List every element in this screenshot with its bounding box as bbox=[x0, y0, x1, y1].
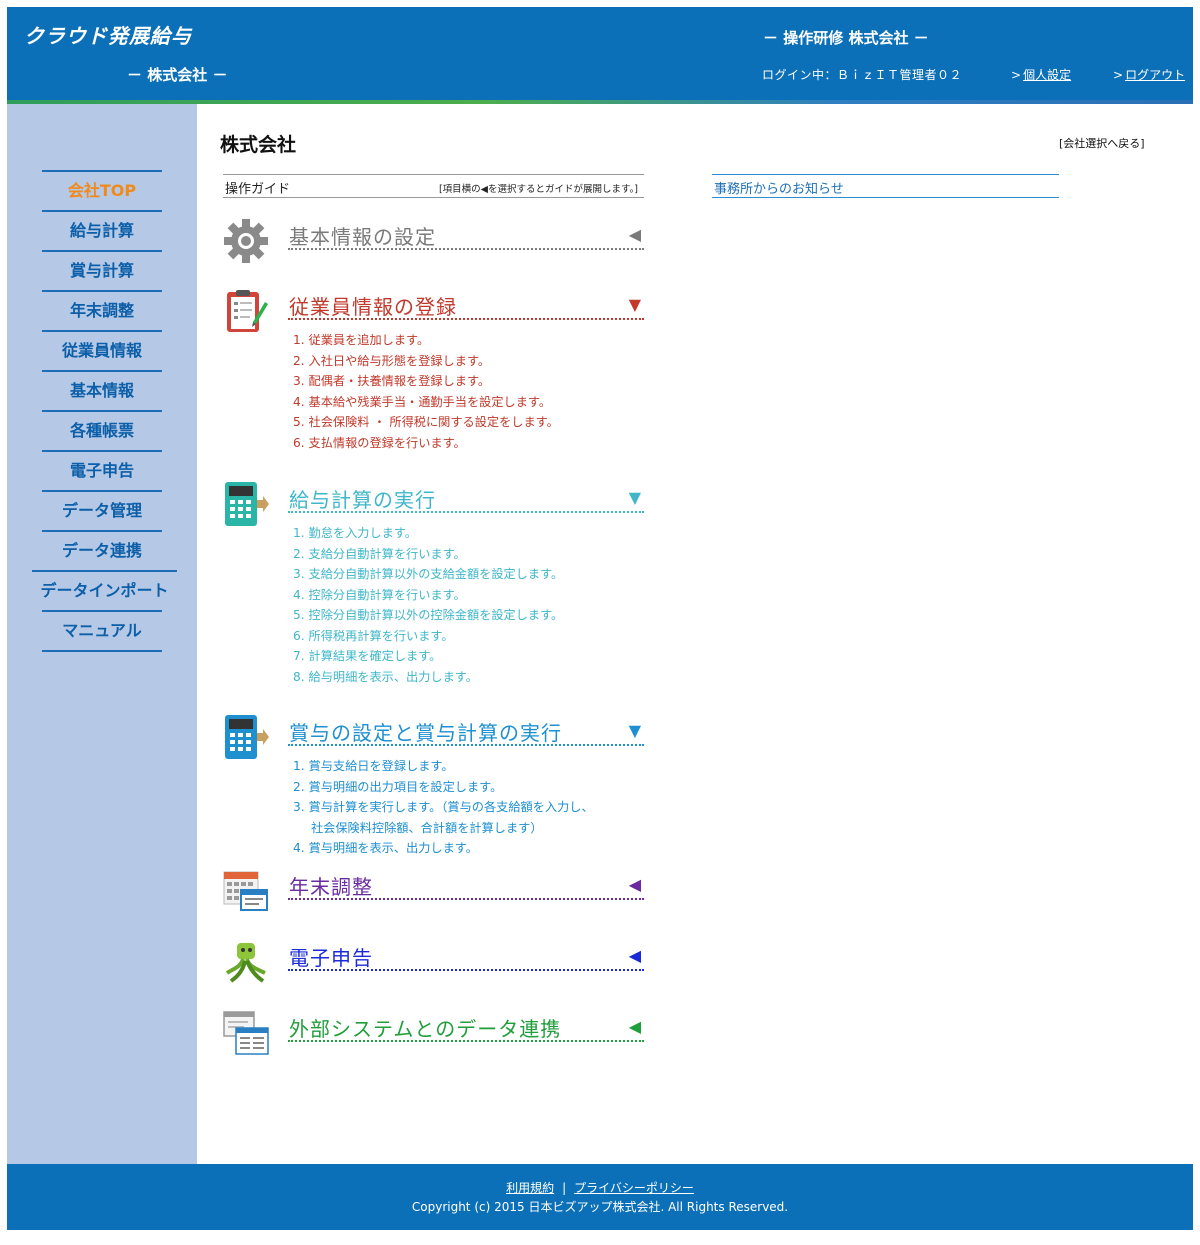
office-notice-panel: 事務所からのお知らせ bbox=[712, 174, 1059, 198]
section-step: 3. 賞与計算を実行します。（賞与の各支給額を入力し、 bbox=[293, 800, 594, 814]
section-step: 2. 賞与明細の出力項目を設定します。 bbox=[293, 779, 503, 794]
section-step: 5. 控除分自動計算以外の控除金額を設定します。 bbox=[293, 608, 564, 622]
terms-link[interactable]: 利用規約 bbox=[506, 1181, 554, 1195]
personal-settings-label: 個人設定 bbox=[1023, 68, 1072, 82]
section-step: 2. 支給分自動計算を行います。 bbox=[293, 546, 466, 561]
section-step: 8. 給与明細を表示、出力します。 bbox=[293, 669, 478, 684]
expand-toggle-icon[interactable]: ◀ bbox=[629, 946, 641, 965]
section-title: 電子申告 bbox=[289, 946, 373, 970]
section-steps: 1. 従業員を追加します。 2. 入社日や給与形態を登録します。 3. 配偶者・扶養… bbox=[293, 330, 644, 453]
sidebar-item-reports[interactable]: 各種帳票 bbox=[42, 410, 162, 450]
operation-guide: 操作ガイド [項目横の◀を選択するとガイドが展開します。] 基本情報の設定 ◀ … bbox=[223, 174, 644, 1055]
guide-hint: [項目横の◀を選択するとガイドが展開します。] bbox=[438, 184, 638, 195]
expand-toggle-icon[interactable]: ◀ bbox=[629, 875, 641, 894]
sidebar: 会社TOP 給与計算 賞与計算 年末調整 従業員情報 基本情報 各種帳票 電子申… bbox=[7, 104, 197, 1164]
section-step: 4. 賞与明細を表示、出力します。 bbox=[293, 841, 478, 855]
section-step: 6. 所得税再計算を行います。 bbox=[293, 628, 454, 643]
section-underline bbox=[288, 898, 644, 900]
section-underline bbox=[288, 1040, 644, 1042]
personal-settings-link[interactable]: > 個人設定 bbox=[1011, 66, 1071, 83]
section-steps: 1. 賞与支給日を登録します。 2. 賞与明細の出力項目を設定します。 3. 賞与計… bbox=[293, 756, 644, 859]
expand-toggle-icon[interactable]: ◀ bbox=[629, 225, 641, 244]
sidebar-item-e-filing[interactable]: 電子申告 bbox=[42, 450, 162, 490]
sidebar-item-employees[interactable]: 従業員情報 bbox=[42, 330, 162, 370]
calendar-icon bbox=[223, 871, 268, 911]
guide-section-header[interactable]: 基本情報の設定 ◀ bbox=[288, 218, 644, 250]
app-logo[interactable]: クラウド発展給与 bbox=[24, 20, 192, 49]
sidebar-item-company-top[interactable]: 会社TOP bbox=[42, 170, 162, 210]
gear-icon bbox=[224, 219, 268, 263]
calculator-icon bbox=[225, 482, 269, 526]
sidebar-item-bonus[interactable]: 賞与計算 bbox=[42, 250, 162, 290]
section-title: 給与計算の実行 bbox=[289, 488, 436, 512]
link-arrow-icon: > bbox=[1011, 68, 1022, 82]
footer-separator: | bbox=[562, 1181, 567, 1195]
section-step: 7. 計算結果を確定します。 bbox=[293, 649, 442, 663]
footer-links: 利用規約 | プライバシーポリシー bbox=[7, 1179, 1193, 1196]
section-underline bbox=[288, 248, 644, 250]
login-info: ログイン中：ＢｉｚＩＴ管理者０２ bbox=[762, 68, 963, 82]
guide-section-header[interactable]: 電子申告 ◀ bbox=[288, 939, 644, 971]
section-step: 4. 基本給や残業手当・通勤手当を設定します。 bbox=[293, 394, 552, 409]
privacy-policy-link[interactable]: プライバシーポリシー bbox=[574, 1181, 694, 1195]
company-name-center: － 操作研修 株式会社 － bbox=[763, 29, 929, 47]
header: クラウド発展給与 － 株式会社 － － 操作研修 株式会社 － ログイン中：Ｂｉ… bbox=[7, 7, 1193, 100]
section-step: 5. 社会保険料 ・ 所得税に関する設定をします。 bbox=[293, 415, 559, 429]
sidebar-item-data-link[interactable]: データ連携 bbox=[42, 530, 162, 570]
expand-toggle-icon[interactable]: ▼ bbox=[629, 721, 641, 740]
expand-toggle-icon[interactable]: ◀ bbox=[629, 1017, 641, 1036]
company-name-left: － 株式会社 － bbox=[127, 66, 228, 84]
guide-section-header[interactable]: 給与計算の実行 ▼ bbox=[288, 481, 644, 513]
copyright: Copyright (c) 2015 日本ビズアップ株式会社. All Righ… bbox=[411, 1200, 789, 1214]
expand-toggle-icon[interactable]: ▼ bbox=[629, 295, 641, 314]
guide-header: 操作ガイド [項目横の◀を選択するとガイドが展開します。] bbox=[223, 174, 644, 198]
section-steps: 1. 勤怠を入力します。 2. 支給分自動計算を行います。 3. 支給分自動計算以外… bbox=[293, 523, 644, 687]
sidebar-item-basic-info[interactable]: 基本情報 bbox=[42, 370, 162, 410]
notice-title: 事務所からのお知らせ bbox=[714, 182, 844, 197]
guide-title: 操作ガイド bbox=[225, 182, 291, 197]
section-step: 1. 従業員を追加します。 bbox=[293, 333, 430, 347]
section-title: 賞与の設定と賞与計算の実行 bbox=[289, 721, 562, 745]
back-to-company-select-link[interactable]: [会社選択へ戻る] bbox=[1059, 135, 1145, 151]
logout-label: ログアウト bbox=[1125, 68, 1186, 82]
section-step: 4. 控除分自動計算を行います。 bbox=[293, 587, 466, 602]
link-arrow-icon: > bbox=[1113, 68, 1124, 82]
footer: 利用規約 | プライバシーポリシー Copyright (c) 2015 日本ビズア… bbox=[7, 1164, 1193, 1230]
section-underline bbox=[288, 318, 644, 320]
calculator-icon bbox=[225, 715, 269, 759]
section-step: 社会保険料控除額、合計額を計算します） bbox=[311, 820, 543, 835]
section-underline bbox=[288, 511, 644, 513]
sidebar-item-manual[interactable]: マニュアル bbox=[42, 610, 162, 650]
guide-section-header[interactable]: 賞与の設定と賞与計算の実行 ▼ bbox=[288, 714, 644, 746]
clipboard-icon bbox=[227, 290, 268, 332]
section-title: 基本情報の設定 bbox=[289, 225, 436, 249]
section-underline bbox=[288, 744, 644, 746]
expand-toggle-icon[interactable]: ▼ bbox=[629, 488, 641, 507]
section-step: 1. 勤怠を入力します。 bbox=[293, 526, 417, 540]
logout-link[interactable]: > ログアウト bbox=[1113, 66, 1185, 83]
sidebar-item-data-import[interactable]: データインポート bbox=[32, 570, 177, 610]
data-link-icon bbox=[223, 1011, 269, 1055]
section-step: 3. 支給分自動計算以外の支給金額を設定します。 bbox=[293, 567, 564, 581]
main-content: 株式会社 [会社選択へ戻る] 操作ガイド [項目横の◀を選択するとガイドが展開し… bbox=[197, 104, 1193, 1164]
page-title: 株式会社 bbox=[220, 134, 297, 156]
section-step: 3. 配偶者・扶養情報を登録します。 bbox=[293, 374, 491, 388]
guide-section-header[interactable]: 年末調整 ◀ bbox=[288, 868, 644, 900]
sidebar-item-year-end[interactable]: 年末調整 bbox=[42, 290, 162, 330]
section-step: 1. 賞与支給日を登録します。 bbox=[293, 759, 454, 773]
section-title: 外部システムとのデータ連携 bbox=[289, 1017, 562, 1041]
section-title: 従業員情報の登録 bbox=[289, 295, 457, 319]
section-underline bbox=[288, 969, 644, 971]
guide-section-header[interactable]: 外部システムとのデータ連携 ◀ bbox=[288, 1010, 644, 1042]
sidebar-item-data-management[interactable]: データ管理 bbox=[42, 490, 162, 530]
sidebar-item-payroll[interactable]: 給与計算 bbox=[42, 210, 162, 250]
e-tax-mascot-icon bbox=[225, 943, 266, 983]
section-step: 2. 入社日や給与形態を登録します。 bbox=[293, 353, 491, 368]
section-title: 年末調整 bbox=[289, 875, 373, 899]
guide-section-header[interactable]: 従業員情報の登録 ▼ bbox=[288, 288, 644, 320]
sidebar-nav: 会社TOP 給与計算 賞与計算 年末調整 従業員情報 基本情報 各種帳票 電子申… bbox=[32, 170, 177, 652]
section-step: 6. 支払情報の登録を行います。 bbox=[293, 435, 466, 450]
app-frame: クラウド発展給与 － 株式会社 － － 操作研修 株式会社 － ログイン中：Ｂｉ… bbox=[7, 7, 1193, 1230]
sidebar-nav-divider bbox=[42, 650, 162, 652]
